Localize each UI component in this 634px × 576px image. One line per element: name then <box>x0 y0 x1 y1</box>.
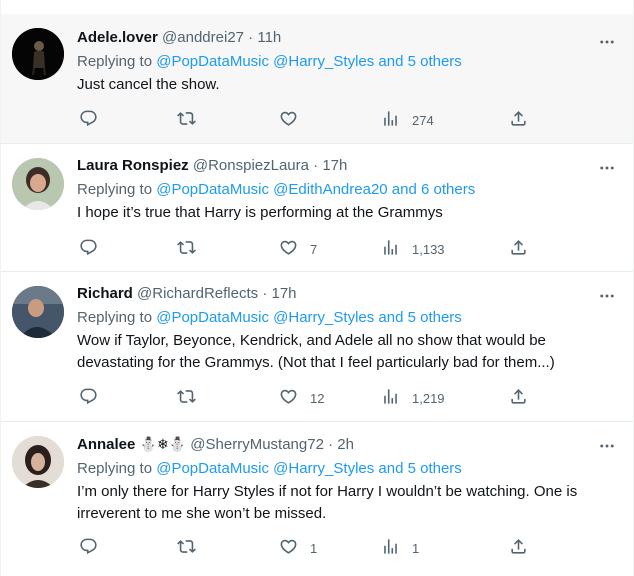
views-icon <box>381 238 400 260</box>
views-icon <box>381 537 400 559</box>
tweet-text: I hope it’s true that Harry is performin… <box>77 204 443 221</box>
retweet-button[interactable] <box>177 237 208 261</box>
action-bar: 274 <box>77 108 529 132</box>
share-button[interactable] <box>509 386 528 410</box>
replying-to-label: Replying to <box>77 460 157 477</box>
share-icon <box>509 537 528 559</box>
views-button[interactable]: 1 <box>381 536 419 560</box>
like-icon <box>279 387 298 409</box>
like-count: 7 <box>310 241 318 257</box>
reply-button[interactable] <box>79 386 110 410</box>
avatar[interactable] <box>12 158 64 210</box>
replying-to-mentions[interactable]: @PopDataMusic @Harry_Styles and 5 others <box>156 460 462 477</box>
reply-icon <box>79 109 98 131</box>
views-icon <box>381 109 400 131</box>
author-name[interactable]: Laura Ronspiez <box>77 157 189 174</box>
reply-button[interactable] <box>79 108 110 132</box>
retweet-icon <box>177 537 196 559</box>
timestamp[interactable]: 17h <box>271 285 296 302</box>
like-count: 1 <box>310 540 318 556</box>
tweet-text: I’m only there for Harry Styles if not f… <box>77 483 578 522</box>
separator-dot: · <box>248 29 254 46</box>
separator-dot: · <box>313 157 319 174</box>
action-bar: 1 1 <box>77 536 529 560</box>
replying-to-mentions[interactable]: @PopDataMusic @Harry_Styles and 5 others <box>156 53 462 70</box>
replying-to-label: Replying to <box>77 53 157 70</box>
share-button[interactable] <box>509 237 528 261</box>
like-icon <box>279 238 298 260</box>
views-icon <box>381 387 400 409</box>
author-name[interactable]: Annalee <box>77 436 135 453</box>
action-bar: 12 1,219 <box>77 386 529 410</box>
author-name[interactable]: Adele.lover <box>77 29 158 46</box>
separator-dot: · <box>262 285 268 302</box>
retweet-icon <box>177 238 196 260</box>
author-handle[interactable]: @SherryMustang72 <box>190 436 324 453</box>
view-count: 1 <box>412 540 420 556</box>
retweet-button[interactable] <box>177 386 208 410</box>
author-handle[interactable]: @RonspiezLaura <box>193 157 309 174</box>
like-count: 12 <box>310 390 325 406</box>
share-icon <box>509 238 528 260</box>
replying-to-label: Replying to <box>77 309 157 326</box>
reply-icon <box>79 537 98 559</box>
replying-to: Replying to @PopDataMusic @Harry_Styles … <box>77 458 615 480</box>
reply-button[interactable] <box>79 237 110 261</box>
replying-to: Replying to @PopDataMusic @EdithAndrea20… <box>77 179 615 201</box>
views-button[interactable]: 274 <box>381 108 434 132</box>
view-count: 1,133 <box>412 241 445 257</box>
retweet-button[interactable] <box>177 536 208 560</box>
avatar[interactable] <box>12 286 64 338</box>
views-button[interactable]: 1,133 <box>381 237 445 261</box>
tweet-annalee[interactable]: Annalee ⛄❄⛄ @SherryMustang72 · 2h Replyi… <box>1 422 633 576</box>
retweet-button[interactable] <box>177 108 208 132</box>
replying-to: Replying to @PopDataMusic @Harry_Styles … <box>77 307 615 329</box>
like-icon <box>279 109 298 131</box>
author-name[interactable]: Richard <box>77 285 133 302</box>
tweet-text: Just cancel the show. <box>77 76 220 93</box>
avatar[interactable] <box>12 28 64 80</box>
tweet-richard[interactable]: Richard @RichardReflects · 17h Replying … <box>1 272 633 422</box>
replying-to-mentions[interactable]: @PopDataMusic @Harry_Styles and 5 others <box>156 309 462 326</box>
timestamp[interactable]: 11h <box>257 29 281 46</box>
retweet-icon <box>177 387 196 409</box>
like-button[interactable]: 12 <box>279 386 324 410</box>
reply-icon <box>79 387 98 409</box>
reply-feed: Adele.lover @anddrei27 · 11h Replying to… <box>0 0 634 576</box>
reply-button[interactable] <box>79 536 110 560</box>
separator-dot: · <box>328 436 334 453</box>
replying-to: Replying to @PopDataMusic @Harry_Styles … <box>77 51 615 73</box>
replying-to-mentions[interactable]: @PopDataMusic @EdithAndrea20 and 6 other… <box>156 181 475 198</box>
view-count: 274 <box>412 112 434 128</box>
like-button[interactable]: 1 <box>279 536 317 560</box>
action-bar: 7 1,133 <box>77 237 529 261</box>
tweet-laura-ronspiez[interactable]: Laura Ronspiez @RonspiezLaura · 17h Repl… <box>1 144 633 272</box>
views-button[interactable]: 1,219 <box>381 386 445 410</box>
replying-to-label: Replying to <box>77 181 157 198</box>
like-icon <box>279 537 298 559</box>
like-button[interactable] <box>279 108 310 132</box>
share-button[interactable] <box>509 108 528 132</box>
share-icon <box>509 109 528 131</box>
share-button[interactable] <box>509 536 528 560</box>
timestamp[interactable]: 17h <box>322 157 347 174</box>
tweet-text: Wow if Taylor, Beyonce, Kendrick, and Ad… <box>77 332 555 371</box>
snowman-emoji-icon: ⛄❄⛄ <box>139 436 187 452</box>
avatar[interactable] <box>12 436 64 488</box>
view-count: 1,219 <box>412 390 445 406</box>
author-handle[interactable]: @anddrei27 <box>162 29 244 46</box>
author-handle[interactable]: @RichardReflects <box>137 285 258 302</box>
reply-icon <box>79 238 98 260</box>
share-icon <box>509 387 528 409</box>
timestamp[interactable]: 2h <box>337 436 354 453</box>
like-button[interactable]: 7 <box>279 237 317 261</box>
tweet-adele-lover[interactable]: Adele.lover @anddrei27 · 11h Replying to… <box>1 14 633 144</box>
retweet-icon <box>177 109 196 131</box>
